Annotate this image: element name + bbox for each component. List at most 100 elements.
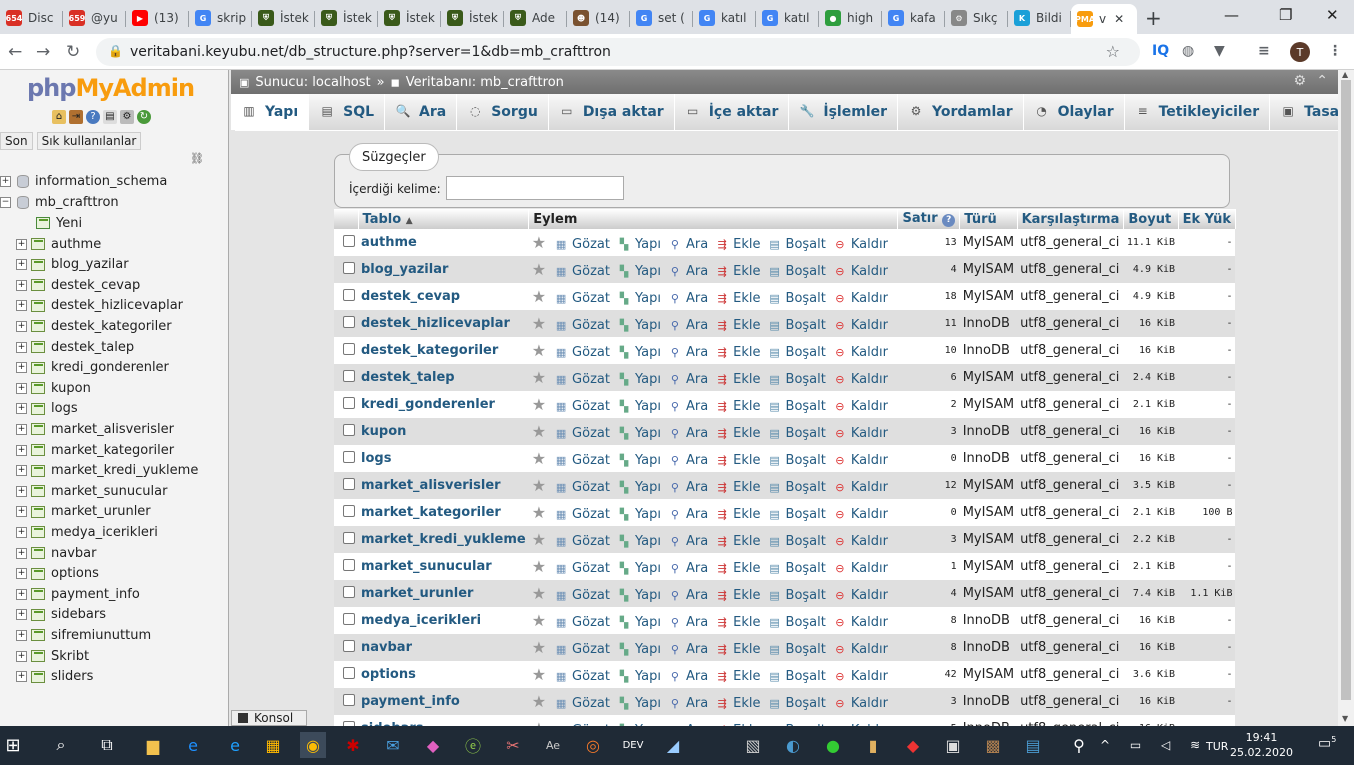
iq-extension-icon[interactable]: IQ — [1152, 43, 1169, 59]
row-checkbox[interactable] — [343, 234, 355, 247]
empty-action[interactable]: ▤ Boşalt — [768, 534, 826, 549]
browse-action[interactable]: ▦ Gözat — [554, 318, 610, 333]
app3-icon[interactable]: ▧ — [740, 732, 766, 758]
drop-action[interactable]: ⊖ Kaldır — [833, 642, 888, 657]
search-action[interactable]: ⚲ Ara — [668, 318, 708, 333]
table-name-link[interactable]: logs — [361, 451, 391, 466]
app-icon[interactable]: ✱ — [340, 732, 366, 758]
file-explorer-icon[interactable]: ▆ — [140, 732, 166, 758]
browse-action[interactable]: ▦ Gözat — [554, 291, 610, 306]
search-action[interactable]: ⚲ Ara — [668, 291, 708, 306]
table-name-link[interactable]: destek_hizlicevaplar — [361, 316, 510, 331]
drop-action[interactable]: ⊖ Kaldır — [833, 669, 888, 684]
reload-icon[interactable]: ↻ — [66, 42, 80, 62]
structure-action[interactable]: ▚ Yapı — [617, 291, 661, 306]
app9-icon[interactable]: ▩ — [980, 732, 1006, 758]
minimize-icon[interactable]: — — [1224, 6, 1239, 24]
edge-icon[interactable]: e — [180, 732, 206, 758]
insert-action[interactable]: ⇶ Ekle — [715, 372, 761, 387]
database-item[interactable]: + information_schema — [0, 171, 167, 191]
e-app-icon[interactable]: ⓔ — [460, 732, 486, 758]
row-checkbox[interactable] — [343, 504, 355, 517]
link-icon[interactable]: ⛓ — [190, 152, 204, 165]
table-name-link[interactable]: market_kredi_yukleme — [361, 532, 526, 547]
search-action[interactable]: ⚲ Ara — [668, 669, 708, 684]
nav-table-item[interactable]: + sifremiunuttum — [16, 625, 151, 645]
nav-table-item[interactable]: + authme — [16, 234, 101, 254]
table-size-link[interactable]: 16 KiB — [1123, 418, 1179, 445]
col-collation-header[interactable]: Karşılaştırma — [1017, 209, 1125, 229]
browse-action[interactable]: ▦ Gözat — [554, 561, 610, 576]
phpmyadmin-logo[interactable]: phpMyAdmin — [27, 74, 195, 102]
favorite-star-icon[interactable]: ★ — [532, 638, 546, 657]
rows-help-icon[interactable]: ? — [942, 214, 956, 227]
browser-tab[interactable]: Gkatıl — [756, 4, 819, 32]
favorite-star-icon[interactable]: ★ — [532, 476, 546, 495]
empty-action[interactable]: ▤ Boşalt — [768, 507, 826, 522]
scrollbar-thumb[interactable] — [1341, 80, 1351, 700]
home-icon[interactable]: ⌂ — [52, 110, 66, 124]
expand-icon[interactable]: + — [16, 609, 27, 621]
empty-action[interactable]: ▤ Boşalt — [768, 372, 826, 387]
table-size-link[interactable]: 2.1 KiB — [1123, 553, 1179, 580]
search-action[interactable]: ⚲ Ara — [668, 345, 708, 360]
favorite-star-icon[interactable]: ★ — [532, 314, 546, 333]
drop-action[interactable]: ⊖ Kaldır — [833, 399, 888, 414]
expand-icon[interactable]: + — [16, 444, 27, 456]
system-tray-icons[interactable]: ^ ▭ ◁ ≋ — [1100, 738, 1208, 752]
row-checkbox[interactable] — [343, 315, 355, 328]
download-extension-icon[interactable]: ▼ — [1214, 43, 1225, 59]
page-scrollbar[interactable]: ▲ ▼ — [1338, 70, 1354, 726]
table-size-link[interactable]: 16 KiB — [1123, 337, 1179, 364]
drop-action[interactable]: ⊖ Kaldır — [833, 318, 888, 333]
browser-tab[interactable]: ☻ (14) — [567, 4, 630, 32]
menu-tab[interactable]: ▭ Dışa aktar — [548, 94, 675, 130]
row-checkbox[interactable] — [343, 558, 355, 571]
close-tab-icon[interactable]: ✕ — [1114, 12, 1124, 26]
app2-icon[interactable]: ◢ — [660, 732, 686, 758]
new-tab-button[interactable]: + — [1145, 6, 1162, 30]
search-action[interactable]: ⚲ Ara — [668, 615, 708, 630]
empty-action[interactable]: ▤ Boşalt — [768, 561, 826, 576]
search-action[interactable]: ⚲ Ara — [668, 237, 708, 252]
row-checkbox[interactable] — [343, 423, 355, 436]
table-size-link[interactable]: 4.9 KiB — [1123, 256, 1179, 283]
empty-action[interactable]: ▤ Boşalt — [768, 318, 826, 333]
table-size-link[interactable]: 3.6 KiB — [1123, 661, 1179, 688]
row-checkbox[interactable] — [343, 342, 355, 355]
structure-action[interactable]: ▚ Yapı — [617, 615, 661, 630]
browse-action[interactable]: ▦ Gözat — [554, 642, 610, 657]
app4-icon[interactable]: ◐ — [780, 732, 806, 758]
drop-action[interactable]: ⊖ Kaldır — [833, 615, 888, 630]
table-size-link[interactable]: 16 KiB — [1123, 310, 1179, 337]
menu-tab[interactable]: ◔ Olaylar — [1023, 94, 1125, 130]
breadcrumb-database[interactable]: Veritabanı: mb_crafttron — [406, 75, 564, 90]
table-size-link[interactable]: 16 KiB — [1123, 715, 1179, 726]
nav-table-item[interactable]: + kupon — [16, 378, 91, 398]
table-size-link[interactable]: 7.4 KiB — [1123, 580, 1179, 607]
drop-action[interactable]: ⊖ Kaldır — [833, 534, 888, 549]
expand-icon[interactable]: + — [16, 320, 27, 332]
menu-dots-icon[interactable]: ⋮ — [1328, 43, 1342, 59]
browse-action[interactable]: ▦ Gözat — [554, 237, 610, 252]
browser-tab[interactable]: ● high — [819, 4, 882, 32]
col-type-header[interactable]: Türü — [959, 209, 1018, 229]
structure-action[interactable]: ▚ Yapı — [617, 588, 661, 603]
empty-action[interactable]: ▤ Boşalt — [768, 696, 826, 711]
url-bar[interactable]: 🔒 veritabani.keyubu.net/db_structure.php… — [96, 38, 1140, 66]
search-action[interactable]: ⚲ Ara — [668, 480, 708, 495]
nav-table-item[interactable]: + blog_yazilar — [16, 255, 129, 275]
row-checkbox[interactable] — [343, 477, 355, 490]
app6-icon[interactable]: ▮ — [860, 732, 886, 758]
scroll-down-icon[interactable]: ▼ — [1342, 714, 1348, 723]
structure-action[interactable]: ▚ Yapı — [617, 561, 661, 576]
table-name-link[interactable]: authme — [361, 235, 417, 250]
browse-action[interactable]: ▦ Gözat — [554, 264, 610, 279]
menu-tab[interactable]: 🔧 İşlemler — [789, 94, 899, 130]
menu-tab[interactable]: ⚙ Yordamlar — [898, 94, 1024, 130]
favorite-star-icon[interactable]: ★ — [532, 692, 546, 711]
search-action[interactable]: ⚲ Ara — [668, 642, 708, 657]
table-size-link[interactable]: 2.1 KiB — [1123, 391, 1179, 418]
browser-tab[interactable]: ⛨ İstek — [378, 4, 441, 32]
browse-action[interactable]: ▦ Gözat — [554, 615, 610, 630]
